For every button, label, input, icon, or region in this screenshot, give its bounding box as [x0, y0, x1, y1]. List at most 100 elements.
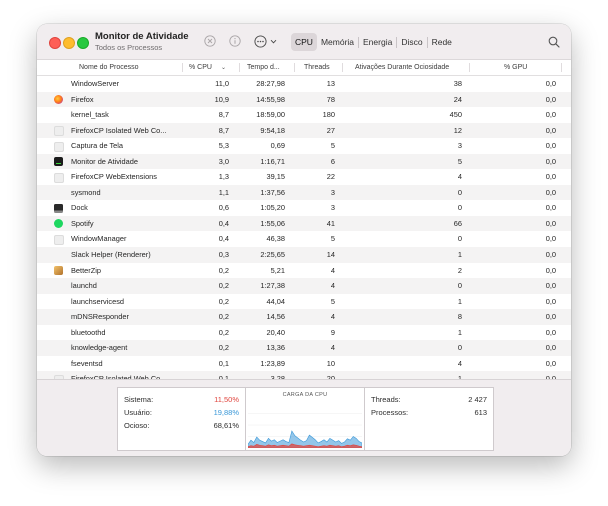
process-row[interactable]: FirefoxCP WebExtensions 1,3 39,15 22 4 0,0 [37, 169, 571, 185]
activity-monitor-window: Monitor de Atividade Todos os Processos [37, 24, 571, 456]
cpu-time: 46,38 [266, 234, 286, 244]
process-row[interactable]: launchd 0,2 1:27,38 4 0 0,0 [37, 278, 571, 294]
tab-energy[interactable]: Energia [359, 33, 396, 51]
process-name: fseventsd [71, 358, 103, 368]
process-row[interactable]: Slack Helper (Renderer) 0,3 2:25,65 14 1 0,0 [37, 247, 571, 263]
gpu-percent: 0,0 [545, 265, 556, 275]
tab-cpu[interactable]: CPU [291, 33, 317, 51]
minimize-window-button[interactable] [63, 37, 75, 49]
cpu-time: 1:23,89 [260, 358, 285, 368]
idle-wakeups: 1 [457, 296, 462, 306]
cpu-time: 39,15 [266, 172, 286, 182]
process-row[interactable]: knowledge-agent 0,2 13,36 4 0 0,0 [37, 340, 571, 356]
idle-wakeups: 8 [457, 312, 462, 322]
user-row: Usuário: 19,88% [124, 407, 239, 419]
system-label: Sistema: [124, 395, 154, 404]
system-value: 11,50% [214, 395, 239, 404]
gpu-percent: 0,0 [545, 234, 556, 244]
process-row[interactable]: Firefox 10,9 14:55,98 78 24 0,0 [37, 91, 571, 108]
gpu-percent: 0,0 [545, 172, 556, 182]
processes-value: 613 [474, 408, 487, 417]
inspect-process-button[interactable] [228, 34, 242, 48]
gpu-percent: 0,0 [545, 156, 556, 166]
process-row[interactable]: WindowManager 0,4 46,38 5 0 0,0 [37, 231, 571, 247]
process-row[interactable]: kernel_task 8,7 18:59,00 180 450 0,0 [37, 107, 571, 123]
window-subtitle[interactable]: Todos os Processos [95, 43, 189, 53]
process-name: WindowManager [71, 234, 127, 244]
cpu-percent: 0,6 [218, 203, 229, 213]
process-row[interactable]: launchservicesd 0,2 44,04 5 1 0,0 [37, 294, 571, 310]
tab-disk[interactable]: Disco [397, 33, 426, 51]
cpu-percent: 0,2 [218, 296, 229, 306]
process-row[interactable]: Spotify 0,4 1:55,06 41 66 0,0 [37, 215, 571, 232]
column-header-cpu[interactable]: % CPU ⌄ [189, 60, 235, 75]
gpu-percent: 0,0 [545, 218, 556, 228]
process-row[interactable]: bluetoothd 0,2 20,40 9 1 0,0 [37, 325, 571, 341]
process-row[interactable]: fseventsd 0,1 1:23,89 10 4 0,0 [37, 356, 571, 372]
cpu-time: 18:59,00 [256, 110, 285, 120]
idle-wakeups: 1 [457, 250, 462, 260]
process-row[interactable]: WindowServer 11,0 28:27,98 13 38 0,0 [37, 76, 571, 92]
column-header-gpu[interactable]: % GPU [504, 60, 527, 75]
chevron-down-icon [270, 39, 277, 43]
monitor-app-icon [54, 157, 63, 167]
gpu-percent: 0,0 [545, 327, 556, 337]
idle-wakeups: 0 [457, 234, 462, 244]
thread-count: 14 [326, 250, 335, 260]
title-bar: Monitor de Atividade Todos os Processos [37, 24, 571, 60]
cpu-time: 5,21 [270, 265, 285, 275]
thread-count: 4 [330, 312, 335, 322]
cpu-percent: 5,3 [218, 141, 229, 151]
thread-count: 6 [330, 156, 335, 166]
process-row[interactable]: mDNSResponder 0,2 14,56 4 8 0,0 [37, 309, 571, 325]
stop-process-button[interactable] [203, 34, 217, 48]
view-tabs: CPU Memória Energia Disco Rede [291, 33, 456, 51]
process-name: launchd [71, 281, 97, 291]
gpu-percent: 0,0 [545, 312, 556, 322]
process-row[interactable]: sysmond 1,1 1:37,56 3 0 0,0 [37, 184, 571, 201]
process-row[interactable]: FirefoxCP Isolated Web Co... 8,7 9:54,18 27… [37, 122, 571, 139]
cpu-percent: 1,1 [218, 187, 229, 197]
zoom-window-button[interactable] [77, 37, 89, 49]
cpu-percent: 10,9 [214, 94, 229, 104]
column-divider [239, 63, 240, 72]
column-header-cpu-time[interactable]: Tempo d... [247, 60, 280, 75]
column-divider [342, 63, 343, 72]
search-button[interactable] [548, 35, 560, 53]
gpu-percent: 0,0 [545, 94, 556, 104]
thread-count: 41 [326, 218, 335, 228]
process-name: mDNSResponder [71, 312, 129, 322]
close-window-button[interactable] [49, 37, 61, 49]
ellipsis-circle-icon [254, 34, 267, 48]
gpu-percent: 0,0 [545, 203, 556, 213]
cpu-percent: 8,7 [218, 125, 229, 135]
idle-wakeups: 1 [457, 327, 462, 337]
idle-wakeups: 24 [453, 94, 462, 104]
tab-memory[interactable]: Memória [317, 33, 358, 51]
cpu-time: 1:16,71 [260, 156, 285, 166]
process-name: Firefox [71, 94, 94, 104]
column-header-threads[interactable]: Threads [304, 60, 330, 75]
thread-count: 4 [330, 281, 335, 291]
column-header-idle-wakeups[interactable]: Ativações Durante Ociosidade [355, 60, 449, 75]
user-label: Usuário: [124, 408, 152, 417]
idle-wakeups: 0 [457, 343, 462, 353]
thread-count: 4 [330, 265, 335, 275]
cpu-time: 1:37,56 [260, 187, 285, 197]
cpu-load-graph [248, 413, 362, 448]
idle-wakeups: 2 [457, 265, 462, 275]
cpu-percent: 0,4 [218, 234, 229, 244]
more-actions-button[interactable] [254, 34, 278, 48]
idle-wakeups: 4 [457, 358, 462, 368]
search-icon [548, 36, 560, 48]
process-row[interactable]: Monitor de Atividade 3,0 1:16,71 6 5 0,0 [37, 153, 571, 170]
cpu-load-panel: CARGA DA CPU [245, 387, 365, 451]
cpu-time: 1:27,38 [260, 281, 285, 291]
tab-network[interactable]: Rede [428, 33, 456, 51]
process-row[interactable]: BetterZip 0,2 5,21 4 2 0,0 [37, 263, 571, 279]
process-name: FirefoxCP Isolated Web Co... [71, 125, 167, 135]
cpu-usage-panel: Sistema: 11,50% Usuário: 19,88% Ocioso: … [117, 387, 246, 451]
column-header-name[interactable]: Nome do Processo [79, 60, 139, 75]
process-row[interactable]: Dock 0,6 1:05,20 3 0 0,0 [37, 200, 571, 216]
process-row[interactable]: Captura de Tela 5,3 0,69 5 3 0,0 [37, 138, 571, 154]
